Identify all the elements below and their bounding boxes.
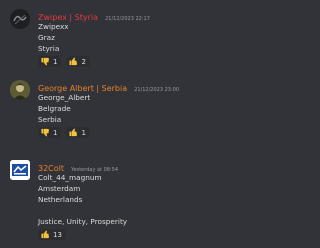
reaction-thumbs-down[interactable]: 1 bbox=[38, 56, 62, 67]
reaction-thumbs-down[interactable]: 1 bbox=[38, 127, 62, 138]
thumbs-up-icon bbox=[69, 57, 78, 66]
message-line bbox=[38, 205, 246, 216]
reactions: 13 bbox=[38, 229, 246, 240]
reaction-count: 1 bbox=[81, 128, 86, 137]
thumbs-up-icon bbox=[69, 128, 78, 137]
thumbs-down-icon bbox=[41, 57, 49, 66]
message-line: Graz bbox=[38, 33, 55, 42]
reaction-thumbs-up[interactable]: 1 bbox=[66, 127, 90, 138]
reaction-thumbs-up[interactable]: 2 bbox=[66, 56, 90, 67]
message-line: Styria bbox=[38, 44, 60, 53]
message-line: Belgrade bbox=[38, 104, 71, 113]
avatar[interactable] bbox=[10, 80, 30, 100]
reaction-count: 2 bbox=[81, 57, 86, 66]
timestamp: 21/12/2023 23:00 bbox=[134, 87, 180, 93]
thumbs-up-icon bbox=[41, 230, 49, 239]
reactions: 1 1 bbox=[38, 127, 246, 138]
message-line: Serbia bbox=[38, 115, 62, 124]
avatar[interactable] bbox=[10, 160, 30, 180]
timestamp: 21/12/2023 22:17 bbox=[105, 16, 150, 22]
reactions: 1 2 bbox=[38, 56, 246, 67]
reaction-count: 1 bbox=[53, 57, 58, 66]
message-line: Amsterdam bbox=[38, 184, 81, 193]
message-line: Colt_44_magnum bbox=[38, 173, 102, 182]
reaction-count: 13 bbox=[53, 230, 62, 239]
message-line: Netherlands bbox=[38, 195, 83, 204]
message-line: Zwipexx bbox=[38, 22, 69, 31]
message-line: George_Albert bbox=[38, 93, 91, 102]
message-line: Justice, Unity, Prosperity bbox=[38, 217, 128, 226]
reaction-count: 1 bbox=[53, 128, 58, 137]
reaction-thumbs-up[interactable]: 13 bbox=[38, 229, 66, 240]
thumbs-down-icon bbox=[41, 128, 49, 137]
avatar[interactable] bbox=[10, 9, 30, 29]
